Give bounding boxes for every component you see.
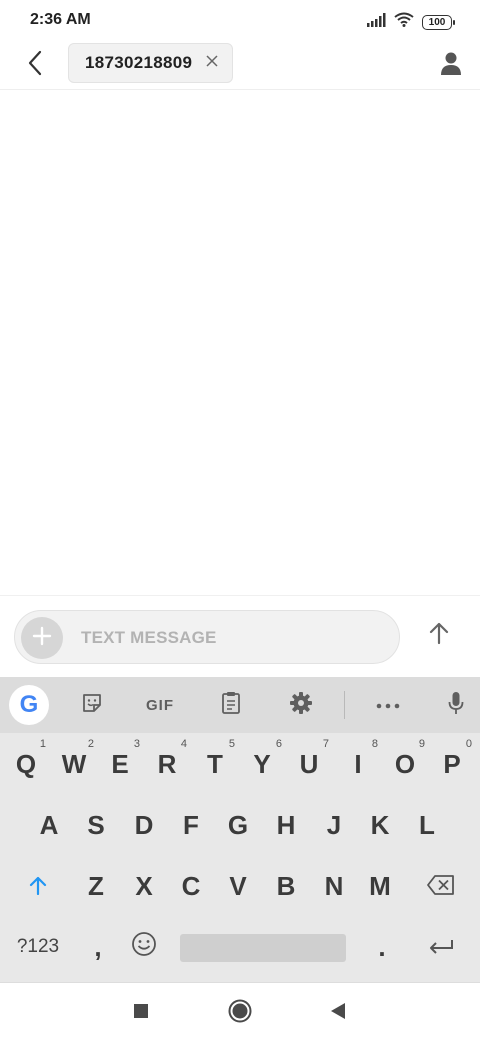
text-message-input[interactable]: TEXT MESSAGE bbox=[14, 610, 400, 664]
key-z[interactable]: Z bbox=[74, 856, 118, 916]
mic-icon bbox=[448, 691, 464, 720]
compose-placeholder: TEXT MESSAGE bbox=[81, 628, 217, 647]
home-button[interactable] bbox=[226, 999, 254, 1027]
close-icon bbox=[206, 54, 218, 72]
status-icons: 100 bbox=[366, 12, 455, 32]
battery-level: 100 bbox=[428, 16, 446, 28]
more-icon bbox=[376, 696, 400, 714]
more-button[interactable] bbox=[368, 687, 408, 723]
emoji-icon bbox=[131, 931, 157, 964]
space-key[interactable] bbox=[180, 934, 346, 962]
sticker-icon bbox=[81, 692, 103, 719]
contact-button[interactable] bbox=[436, 50, 466, 80]
key-u[interactable]: U7 bbox=[287, 734, 331, 794]
google-icon: G bbox=[19, 691, 39, 718]
keyboard-toolbar: G GIF bbox=[0, 677, 480, 733]
key-n[interactable]: N bbox=[312, 856, 356, 916]
back-button[interactable] bbox=[20, 50, 50, 80]
person-icon bbox=[440, 51, 462, 80]
key-v[interactable]: V bbox=[216, 856, 260, 916]
key-e[interactable]: E3 bbox=[98, 734, 142, 794]
enter-key[interactable] bbox=[419, 917, 463, 977]
key-p[interactable]: P0 bbox=[430, 734, 474, 794]
key-m[interactable]: M bbox=[358, 856, 402, 916]
recipient-chip[interactable]: 18730218809 bbox=[68, 43, 234, 83]
back-arrow-icon bbox=[27, 50, 43, 81]
key-row-3: Z X C V B N M bbox=[0, 856, 480, 916]
key-s[interactable]: S bbox=[74, 795, 118, 855]
signal-icon bbox=[366, 12, 386, 32]
nav-back-button[interactable] bbox=[324, 999, 352, 1027]
shift-key[interactable] bbox=[16, 856, 60, 916]
compose-bar: TEXT MESSAGE bbox=[0, 595, 480, 677]
symbols-key[interactable]: ?123 bbox=[6, 917, 70, 977]
sticker-button[interactable] bbox=[72, 687, 112, 723]
home-icon bbox=[228, 999, 252, 1028]
send-arrow-icon bbox=[428, 621, 450, 650]
toolbar-divider bbox=[344, 691, 345, 719]
key-r[interactable]: R4 bbox=[145, 734, 189, 794]
key-row-2: A S D F G H J K L bbox=[0, 795, 480, 855]
period-key[interactable]: . bbox=[360, 917, 404, 977]
gif-button[interactable]: GIF bbox=[140, 687, 180, 723]
key-k[interactable]: K bbox=[358, 795, 402, 855]
key-w[interactable]: W2 bbox=[52, 734, 96, 794]
send-button[interactable] bbox=[424, 620, 454, 650]
keyboard: G GIF Q 1 W 2 E 3 R 4 T 5 Y 6 U 7 I 8 O … bbox=[0, 677, 480, 982]
add-attachment-button[interactable] bbox=[21, 617, 63, 659]
plus-icon bbox=[32, 626, 52, 651]
battery-icon: 100 bbox=[422, 14, 455, 30]
key-l[interactable]: L bbox=[405, 795, 449, 855]
status-bar: 2:36 AM 100 bbox=[0, 0, 480, 42]
voice-input-button[interactable] bbox=[436, 687, 476, 723]
clipboard-button[interactable] bbox=[211, 687, 251, 723]
key-j[interactable]: J bbox=[312, 795, 356, 855]
key-b[interactable]: B bbox=[264, 856, 308, 916]
key-f[interactable]: F bbox=[169, 795, 213, 855]
gear-icon bbox=[289, 691, 313, 720]
navigation-bar bbox=[0, 982, 480, 1040]
key-x[interactable]: X bbox=[122, 856, 166, 916]
key-y[interactable]: Y6 bbox=[240, 734, 284, 794]
back-icon bbox=[330, 1002, 346, 1025]
key-row-4: ?123 , . bbox=[0, 917, 480, 977]
conversation-header: 18730218809 bbox=[0, 42, 480, 90]
key-i[interactable]: I8 bbox=[336, 734, 380, 794]
enter-icon bbox=[428, 932, 454, 963]
key-o[interactable]: O9 bbox=[383, 734, 427, 794]
recents-icon bbox=[134, 1003, 148, 1023]
status-time: 2:36 AM bbox=[30, 11, 91, 28]
backspace-key[interactable] bbox=[419, 856, 463, 916]
backspace-icon bbox=[427, 871, 455, 902]
settings-button[interactable] bbox=[281, 687, 321, 723]
key-d[interactable]: D bbox=[122, 795, 166, 855]
comma-key[interactable]: , bbox=[76, 917, 120, 977]
key-t[interactable]: T5 bbox=[193, 734, 237, 794]
key-q[interactable]: Q1 bbox=[4, 734, 48, 794]
wifi-icon bbox=[394, 12, 414, 32]
google-search-button[interactable]: G bbox=[9, 685, 49, 725]
key-c[interactable]: C bbox=[169, 856, 213, 916]
shift-arrow-icon bbox=[29, 871, 47, 902]
emoji-key[interactable] bbox=[122, 917, 166, 977]
recents-button[interactable] bbox=[127, 999, 155, 1027]
clipboard-icon bbox=[221, 691, 241, 720]
key-a[interactable]: A bbox=[27, 795, 71, 855]
key-h[interactable]: H bbox=[264, 795, 308, 855]
key-row-1: Q1 W2 E3 R4 T5 Y6 U7 I8 O9 P0 bbox=[0, 734, 480, 794]
key-g[interactable]: G bbox=[216, 795, 260, 855]
gif-label: GIF bbox=[146, 696, 174, 714]
recipient-number: 18730218809 bbox=[85, 53, 193, 72]
message-list bbox=[0, 91, 480, 595]
remove-recipient-button[interactable] bbox=[206, 54, 218, 72]
